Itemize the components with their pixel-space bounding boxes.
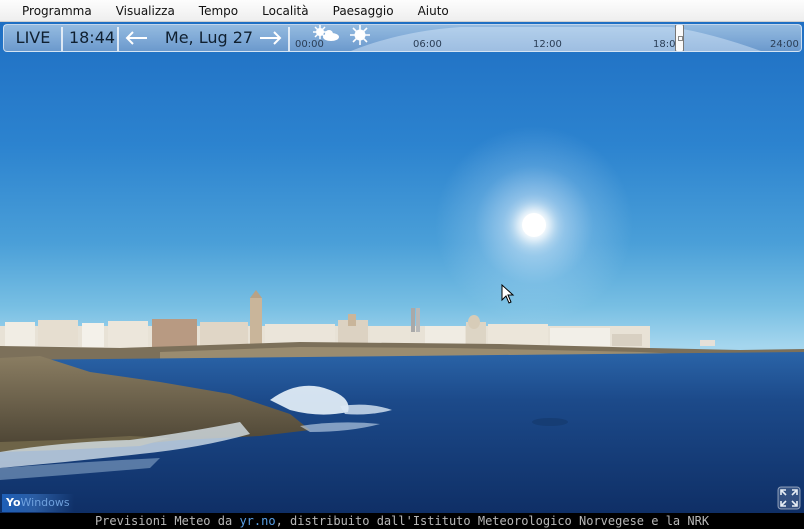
live-button[interactable]: LIVE [6,25,60,51]
tick-label: 12:00 [533,39,562,50]
tick-label: 06:00 [413,39,442,50]
logo-main: Yo [6,496,21,509]
footer-prefix: Previsioni Meteo da [94,514,240,528]
landscape [0,290,804,513]
next-day-button[interactable] [258,29,284,47]
prev-day-button[interactable] [123,29,149,47]
menu-bar: Programma Visualizza Tempo Località Paes… [0,0,804,22]
menu-tempo[interactable]: Tempo [187,0,250,22]
logo-sub: Windows [20,496,70,509]
footer-link[interactable]: yr.no [239,514,275,528]
timeline-handle[interactable] [675,25,684,51]
separator [117,27,119,51]
separator [288,27,290,51]
sun-icon [350,25,370,45]
partly-cloudy-icon [313,25,339,41]
separator [61,27,63,51]
menu-programma[interactable]: Programma [10,0,104,22]
arrow-right-icon [260,31,282,45]
control-bar: LIVE 18:44 Me, Lug 27 00:00 06:00 12:00 … [3,24,802,52]
menu-visualizza[interactable]: Visualizza [104,0,187,22]
date-display: Me, Lug 27 [164,28,254,47]
menu-paesaggio[interactable]: Paesaggio [321,0,406,22]
tick-label: 18:0 [653,39,676,50]
menu-aiuto[interactable]: Aiuto [406,0,461,22]
time-display: 18:44 [68,28,116,47]
fullscreen-icon [777,486,801,510]
menu-localita[interactable]: Località [250,0,321,22]
arrow-left-icon [125,31,147,45]
mouse-cursor-icon [501,284,515,304]
tick-label: 24:00 [770,39,799,50]
footer-credits: Previsioni Meteo da yr.no, distribuito d… [0,513,804,529]
footer-suffix: , distribuito dall'Istituto Meteorologic… [275,514,710,528]
town-skyline [0,290,715,348]
timeline-slider[interactable]: 00:00 06:00 12:00 18:0 24:00 [291,25,801,51]
app-logo: YoWindows [2,494,74,512]
weather-scene [0,22,804,513]
fullscreen-button[interactable] [777,486,801,510]
